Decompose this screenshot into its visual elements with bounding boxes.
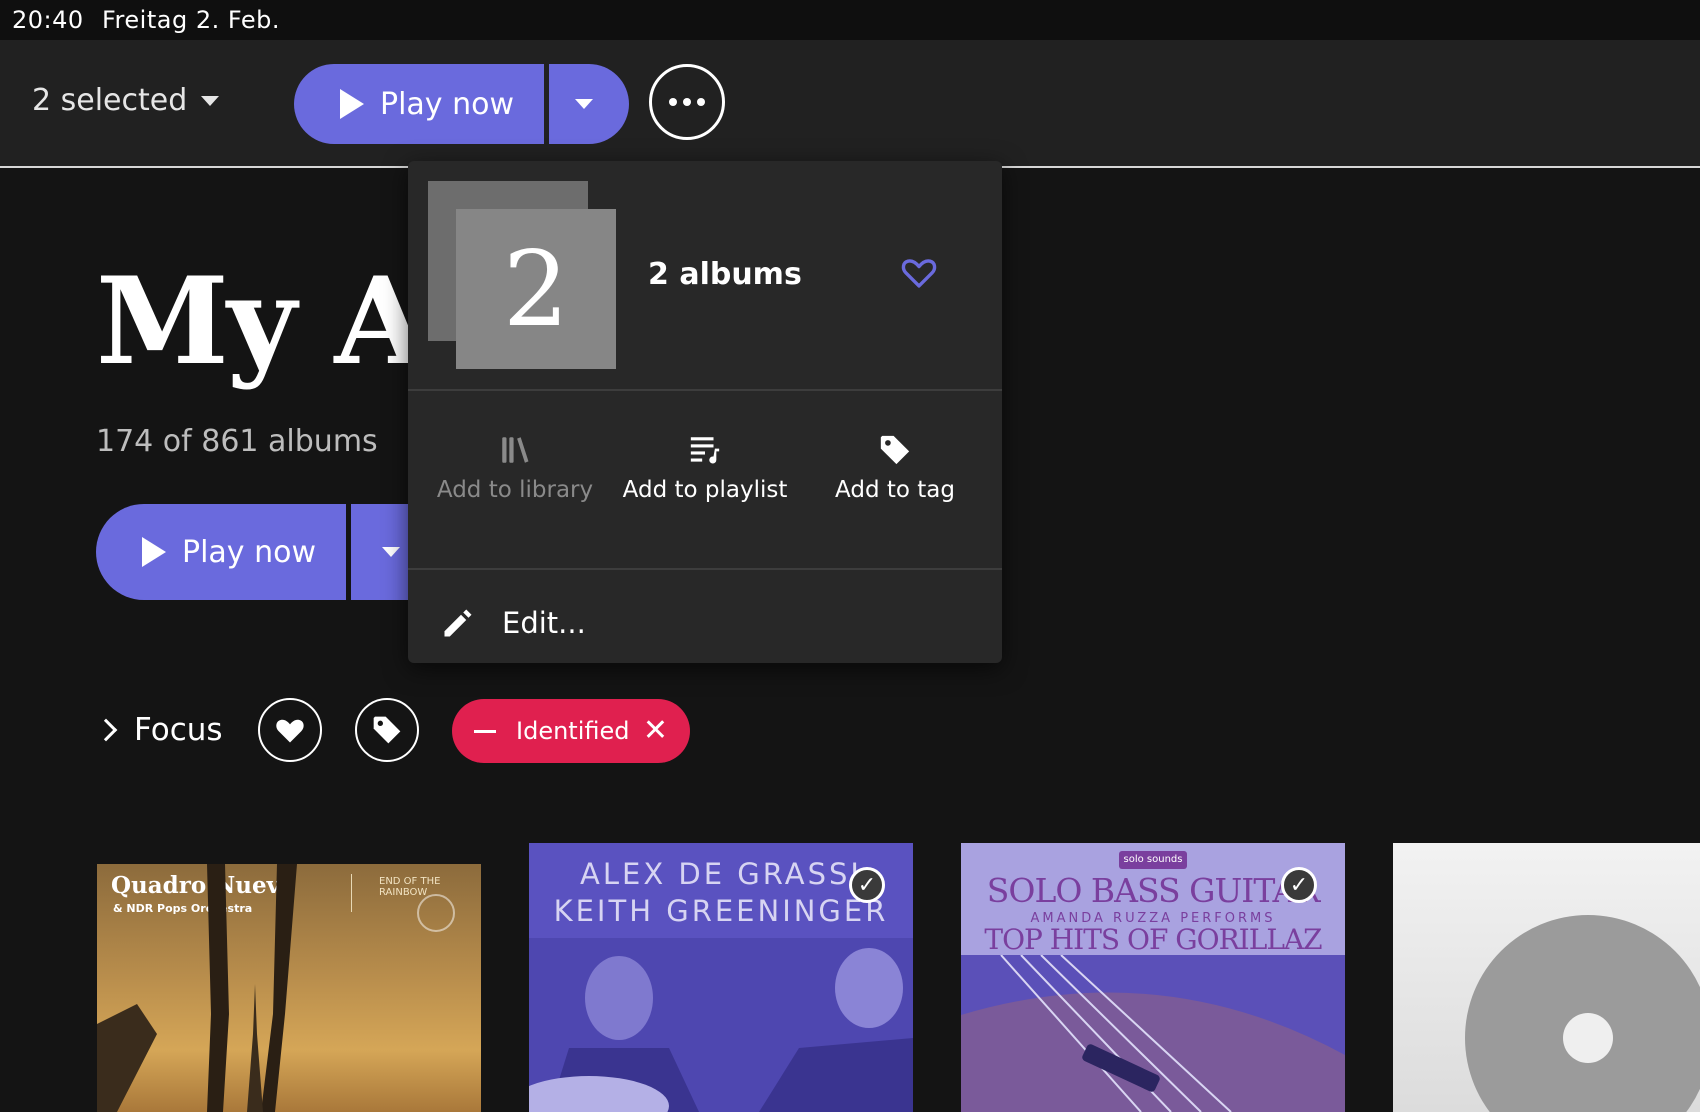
selection-label: 2 selected — [32, 83, 188, 118]
more-horizontal-icon — [697, 98, 705, 106]
add-to-playlist-label: Add to playlist — [622, 477, 788, 503]
chevron-right-icon — [94, 718, 118, 742]
album-art-photo — [529, 938, 913, 1112]
selection-dropdown[interactable]: 2 selected — [32, 83, 220, 118]
album-cover-badge: solo sounds — [1119, 851, 1187, 869]
focus-toggle[interactable]: Focus — [94, 712, 223, 748]
chevron-down-icon — [382, 547, 400, 557]
chip-label: Identified — [516, 717, 630, 745]
toolbar-play-label: Play now — [380, 86, 515, 122]
status-time: 20:40 — [12, 6, 84, 34]
disc-placeholder-icon — [1465, 915, 1700, 1112]
selected-check-icon[interactable]: ✓ — [1281, 867, 1317, 903]
pencil-icon — [444, 609, 472, 637]
selected-check-icon[interactable]: ✓ — [849, 867, 885, 903]
minus-icon — [474, 729, 496, 733]
library-icon — [502, 437, 529, 463]
play-icon — [340, 89, 364, 119]
tag-icon — [880, 435, 910, 465]
chevron-down-icon — [575, 99, 593, 109]
selection-actions-menu: 2 2 albums Add to library Add to playlis… — [408, 161, 1002, 663]
selection-toolbar: 2 selected Play now — [0, 40, 1700, 168]
more-horizontal-icon — [669, 98, 677, 106]
play-icon — [142, 537, 166, 567]
edit-button[interactable]: Edit... — [440, 595, 980, 651]
page-play-label: Play now — [182, 534, 317, 570]
heart-outline-icon[interactable] — [900, 255, 938, 289]
album-cover-4[interactable] — [1393, 843, 1700, 1112]
menu-divider — [408, 389, 1002, 391]
focus-label: Focus — [134, 712, 223, 748]
status-date: Freitag 2. Feb. — [102, 6, 280, 34]
menu-divider — [408, 568, 1002, 570]
album-cover-2[interactable]: ALEX DE GRASSI KEITH GREENINGER ✓ — [529, 843, 913, 1112]
edit-label: Edit... — [502, 606, 586, 640]
tag-icon — [373, 716, 401, 744]
more-horizontal-icon — [683, 98, 691, 106]
album-count: 174 of 861 albums — [96, 424, 378, 459]
favorite-filter-button[interactable] — [258, 698, 322, 762]
selection-count: 2 — [502, 228, 570, 350]
toolbar-play-options-button[interactable] — [549, 64, 629, 144]
heart-icon — [276, 719, 304, 743]
add-to-playlist-button[interactable]: Add to playlist — [615, 433, 795, 505]
album-cover-3[interactable]: solo sounds SOLO BASS GUITAR AMANDA RUZZ… — [961, 843, 1345, 1112]
chevron-down-icon — [201, 95, 220, 106]
album-art-legs — [97, 864, 297, 1112]
page-play-button[interactable]: Play now — [96, 504, 346, 600]
add-to-library-label: Add to library — [436, 477, 594, 503]
more-options-button[interactable] — [649, 64, 725, 140]
identified-filter-chip[interactable]: Identified ✕ — [452, 699, 690, 763]
playlist-add-icon — [690, 437, 720, 464]
album-art-bass — [961, 955, 1345, 1112]
close-icon[interactable]: ✕ — [643, 716, 668, 746]
add-to-tag-label: Add to tag — [835, 477, 955, 503]
add-to-library-button[interactable]: Add to library — [425, 433, 605, 505]
toolbar-play-button[interactable]: Play now — [294, 64, 544, 144]
tag-filter-button[interactable] — [355, 698, 419, 762]
album-cover-line-3: TOP HITS OF GORILLAZ — [984, 923, 1322, 956]
album-cover-1[interactable]: Quadro Nuevo & NDR Pops Orchestra END OF… — [97, 864, 481, 1112]
add-to-tag-button[interactable]: Add to tag — [805, 433, 985, 505]
status-bar: 20:40 Freitag 2. Feb. — [0, 0, 1700, 40]
menu-title: 2 albums — [648, 257, 802, 292]
